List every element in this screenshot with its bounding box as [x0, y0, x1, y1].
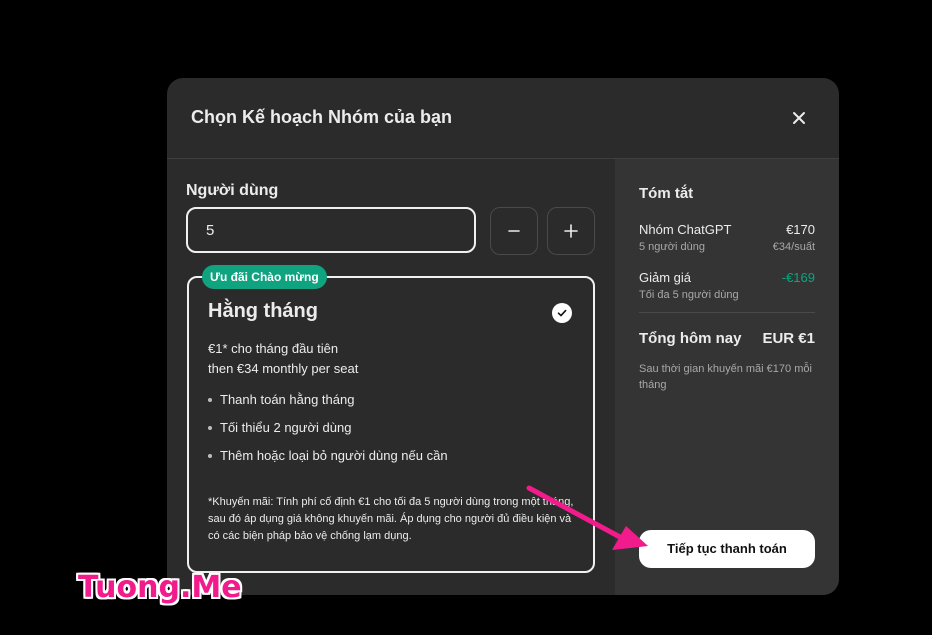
summary-item-name: Nhóm ChatGPT: [639, 222, 732, 237]
summary-item-rate: €34/suất: [772, 241, 815, 253]
continue-checkout-button[interactable]: Tiếp tục thanh toán: [639, 530, 815, 568]
discount-row: Giảm giá -€169: [639, 270, 815, 285]
summary-item-users: 5 người dùng: [639, 241, 705, 253]
users-count-input[interactable]: [186, 207, 476, 253]
list-item: Thanh toán hằng tháng: [208, 391, 448, 419]
minus-icon: [508, 230, 520, 232]
promo-badge: Ưu đãi Chào mừng: [202, 265, 327, 289]
plan-selection-pane: Người dùng Ưu đãi Chào mừng Hằng tháng €…: [167, 159, 615, 595]
list-item: Thêm hoặc loại bỏ người dùng nếu cần: [208, 447, 448, 475]
summary-pane: Tóm tắt Nhóm ChatGPT €170 5 người dùng €…: [615, 159, 839, 595]
monthly-plan-card[interactable]: Ưu đãi Chào mừng Hằng tháng €1* cho thán…: [187, 265, 595, 573]
modal-header: Chọn Kế hoạch Nhóm của bạn: [167, 78, 839, 159]
plan-name: Hằng tháng: [208, 300, 318, 322]
plus-icon: [564, 224, 578, 238]
close-button[interactable]: [785, 104, 813, 132]
increase-users-button[interactable]: [547, 207, 595, 255]
summary-item-row: Nhóm ChatGPT €170: [639, 222, 815, 237]
users-label: Người dùng: [186, 182, 279, 199]
list-item: Tối thiểu 2 người dùng: [208, 419, 448, 447]
discount-note-row: Tối đa 5 người dùng: [639, 289, 815, 301]
total-row: Tổng hôm nay EUR €1: [639, 330, 815, 347]
promo-disclaimer: *Khuyến mãi: Tính phí cố định €1 cho tối…: [208, 496, 574, 542]
team-plan-modal: Chọn Kế hoạch Nhóm của bạn Người dùng Ưu…: [167, 78, 839, 595]
feature-list: Thanh toán hằng tháng Tối thiểu 2 người …: [208, 391, 448, 475]
discount-label: Giảm giá: [639, 270, 692, 285]
total-label: Tổng hôm nay: [639, 330, 742, 347]
close-icon: [793, 112, 805, 124]
recurring-price: then €34 monthly per seat: [208, 361, 359, 376]
after-promo-note: Sau thời gian khuyến mãi €170 mỗi tháng: [639, 363, 812, 391]
discount-value: -€169: [781, 270, 815, 285]
summary-item-price: €170: [786, 222, 815, 237]
first-month-price: €1* cho tháng đầu tiên: [208, 341, 339, 356]
decrease-users-button[interactable]: [490, 207, 538, 255]
summary-divider: [639, 312, 815, 313]
watermark-logo: Tuong.Me: [78, 570, 242, 605]
discount-note: Tối đa 5 người dùng: [639, 289, 739, 301]
total-value: EUR €1: [762, 330, 815, 347]
summary-title: Tóm tắt: [639, 185, 694, 202]
summary-item-detail-row: 5 người dùng €34/suất: [639, 241, 815, 253]
modal-title: Chọn Kế hoạch Nhóm của bạn: [191, 107, 453, 127]
check-circle-icon: [552, 303, 572, 323]
